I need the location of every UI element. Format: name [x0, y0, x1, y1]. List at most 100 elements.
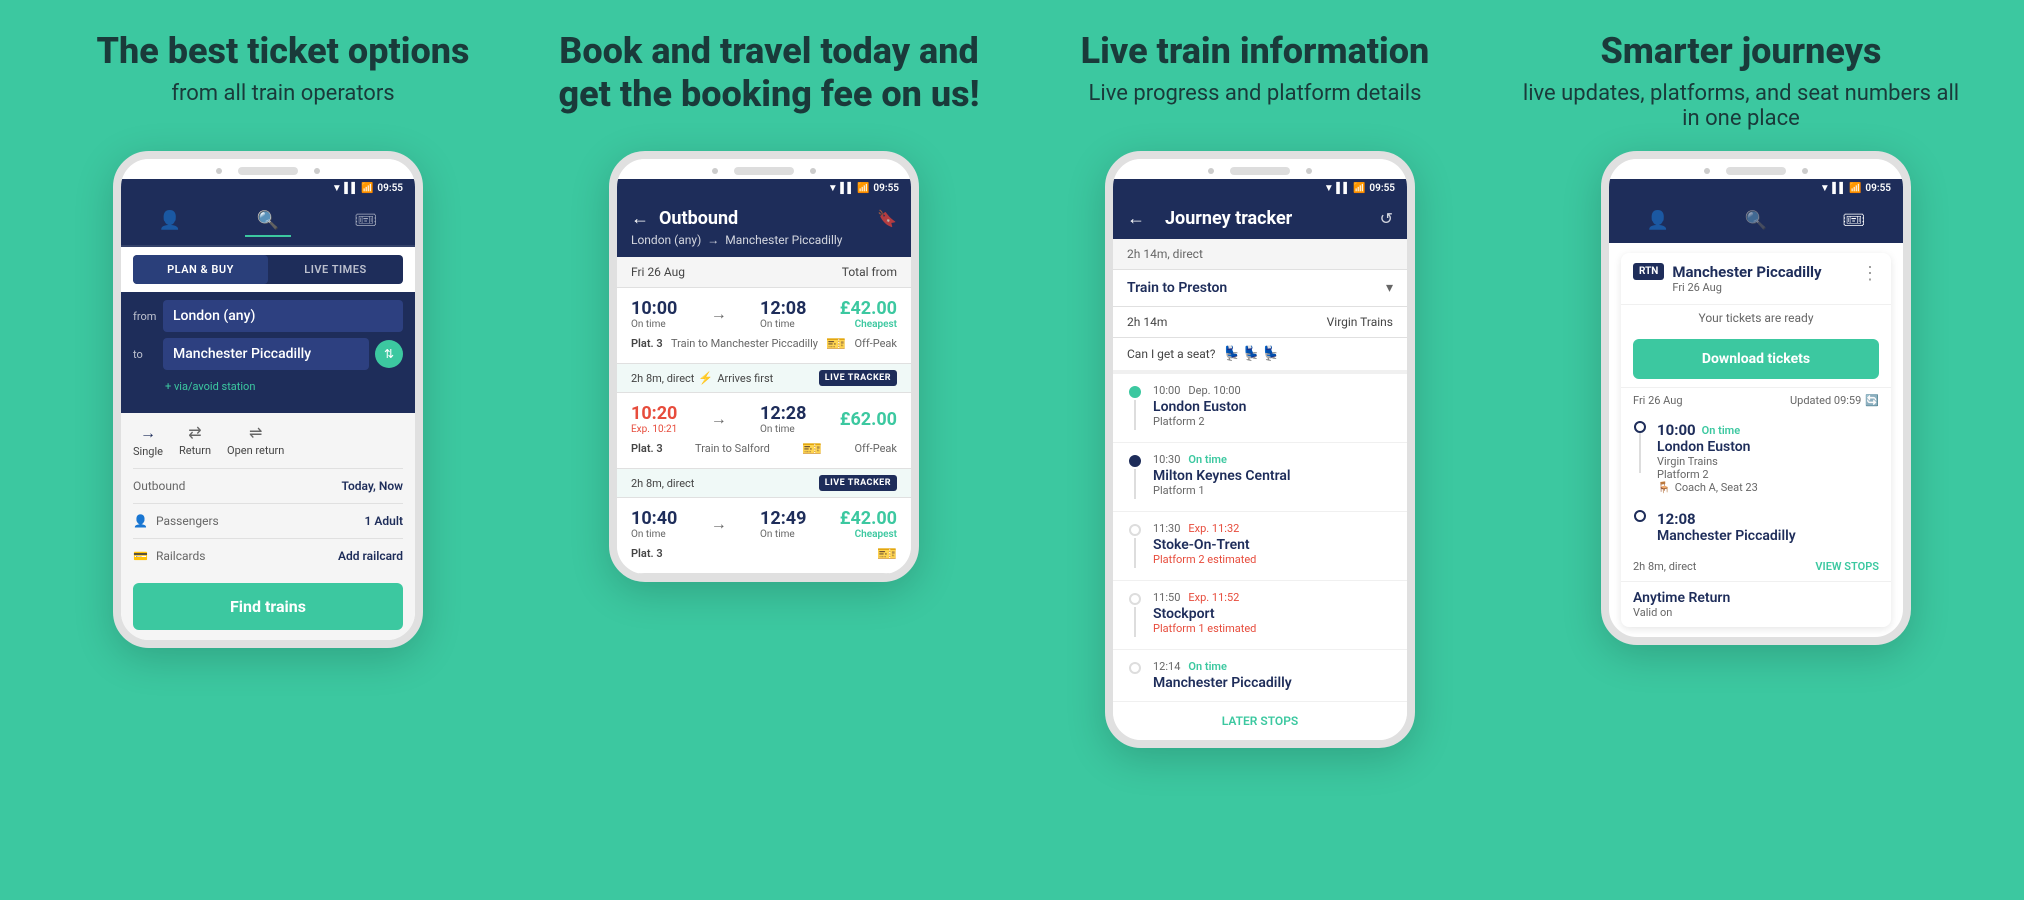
- ticket-dest: Manchester Piccadilly Fri 26 Aug: [1672, 263, 1853, 294]
- col1-subhead: from all train operators: [60, 81, 506, 106]
- phone1-nav-account[interactable]: 👤: [147, 206, 193, 237]
- single-label: Single: [133, 445, 163, 458]
- anytime-sub: Valid on: [1633, 606, 1879, 619]
- ticket2-type-icon: 🎫: [802, 439, 822, 458]
- ticket-card-3[interactable]: 10:40 On time → 12:49 On time £42.00 Che…: [617, 498, 911, 574]
- phone1-wrapper: ▼ ▌▌ 📶 09:55 👤 🔍 🎟 PLAN & BUY LIVE TIMES…: [20, 151, 516, 648]
- p4-stop1-seat: 🪑 Coach A, Seat 23: [1657, 481, 1879, 494]
- bookmark-icon[interactable]: 🔖: [877, 209, 897, 228]
- journey-date: Fri 26 Aug: [1633, 394, 1683, 407]
- p4-stop2-station: Manchester Piccadilly: [1657, 528, 1879, 544]
- swap-button[interactable]: ⇅: [375, 340, 403, 368]
- outbound-row[interactable]: Outbound Today, Now: [133, 468, 403, 503]
- stop5-time: 12:14: [1153, 660, 1180, 673]
- ticket-card-1[interactable]: 10:00 On time → 12:08 On time £42.00 Che…: [617, 288, 911, 364]
- later-stops-link[interactable]: LATER STOPS: [1113, 702, 1407, 740]
- ticket1-depart-time: 10:00: [631, 298, 677, 319]
- route-to: Manchester Piccadilly: [725, 233, 842, 247]
- stop4-platform: Platform 1 estimated: [1153, 622, 1393, 635]
- stop3-times: 11:30 Exp. 11:32: [1153, 522, 1393, 535]
- p4-stop1-status: On time: [1702, 424, 1741, 437]
- ticket1-platform: Plat. 3: [631, 337, 663, 350]
- railcards-row[interactable]: 💳 Railcards Add railcard: [133, 538, 403, 573]
- stop3-info: 11:30 Exp. 11:32 Stoke-On-Trent Platform…: [1153, 522, 1393, 566]
- phone4-wrapper: ▼ ▌▌ 📶 09:55 👤 🔍 🎟 RTN Manchester Piccad…: [1508, 151, 2004, 645]
- ticket3-arrow: →: [711, 514, 727, 534]
- stop3-time: 11:30: [1153, 522, 1180, 535]
- stop5-info: 12:14 On time Manchester Piccadilly: [1153, 660, 1393, 691]
- ticket2-train: Train to Salford: [695, 442, 770, 455]
- journey-open-return[interactable]: ⇌ Open return: [227, 423, 284, 458]
- p4-stop-2: 12:08 Manchester Piccadilly: [1621, 502, 1891, 552]
- seat-bar: Can I get a seat? 💺 💺 💺: [1113, 338, 1407, 374]
- more-options-button[interactable]: ⋮: [1861, 263, 1879, 284]
- phone3-header: ← Journey tracker ↺: [1113, 198, 1407, 239]
- stop5-indicator: [1127, 662, 1143, 674]
- phone1-nav-search[interactable]: 🔍: [245, 206, 291, 237]
- phone4-status-bar: ▼ ▌▌ 📶 09:55: [1609, 179, 1903, 198]
- phone1-form: from London (any) to Manchester Piccadil…: [121, 292, 415, 413]
- from-input[interactable]: London (any): [163, 300, 403, 332]
- p4-stop1-station: London Euston: [1657, 439, 1879, 455]
- ticket1-price-block: £42.00 Cheapest: [840, 298, 897, 330]
- phone4-nav: 👤 🔍 🎟: [1609, 198, 1903, 243]
- passengers-row[interactable]: 👤 Passengers 1 Adult: [133, 503, 403, 538]
- journey-return[interactable]: ⇄ Return: [179, 423, 211, 458]
- live-tracker-badge-2[interactable]: LIVE TRACKER: [819, 475, 897, 491]
- seat-icon-2: 💺: [1243, 346, 1260, 362]
- phone1-status-bar: ▼ ▌▌ 📶 09:55: [121, 179, 415, 198]
- col3-headline: Live train information: [1032, 30, 1478, 73]
- ticket2-price-block: £62.00: [840, 409, 897, 430]
- seat-icon-1: 💺: [1223, 346, 1240, 362]
- tab-live-times[interactable]: LIVE TIMES: [268, 255, 403, 284]
- view-stops-link[interactable]: VIEW STOPS: [1815, 560, 1879, 573]
- phone4-speaker2: [1802, 168, 1808, 174]
- p4-duration-text: 2h 8m, direct: [1633, 560, 1696, 573]
- stop1-times: 10:00 Dep. 10:00: [1153, 384, 1393, 397]
- passengers-value: 1 Adult: [365, 514, 403, 528]
- stop1-name: London Euston: [1153, 399, 1393, 415]
- ticket-card-2[interactable]: 10:20 Exp. 10:21 → 12:28 On time £62.00 …: [617, 393, 911, 469]
- rtn-badge: RTN: [1633, 263, 1664, 280]
- ticket3-price-block: £42.00 Cheapest: [840, 508, 897, 540]
- phone3-notch: [1230, 167, 1290, 175]
- sync-icon: 🔄: [1865, 394, 1879, 407]
- tab-plan-buy[interactable]: PLAN & BUY: [133, 255, 268, 284]
- stop3-line: [1134, 538, 1136, 568]
- ticket3-detail: Plat. 3 🎫: [631, 544, 897, 563]
- back-arrow-icon[interactable]: ←: [631, 208, 649, 229]
- phone4: ▼ ▌▌ 📶 09:55 👤 🔍 🎟 RTN Manchester Piccad…: [1601, 151, 1911, 645]
- phone4-nav-ticket[interactable]: 🎟: [1830, 206, 1877, 235]
- refresh-icon[interactable]: ↺: [1380, 209, 1393, 228]
- download-tickets-button[interactable]: Download tickets: [1633, 339, 1879, 379]
- journey-detail-header: Fri 26 Aug Updated 09:59 🔄: [1621, 387, 1891, 413]
- phone4-nav-search[interactable]: 🔍: [1733, 206, 1779, 235]
- train-select-bar[interactable]: Train to Preston ▾: [1113, 270, 1407, 307]
- p4-stop1-operator: Virgin Trains: [1657, 455, 1879, 468]
- phone3-wrapper: ▼ ▌▌ 📶 09:55 ← Journey tracker ↺ 2h 14m,…: [1012, 151, 1508, 748]
- duration-text: 2h 8m, direct: [631, 372, 694, 385]
- phone3-back-arrow[interactable]: ←: [1127, 208, 1145, 229]
- passenger-icon: 👤: [133, 514, 148, 528]
- phone2-status-right: ▼ ▌▌ 📶 09:55: [828, 183, 899, 194]
- phone1-tabs: PLAN & BUY LIVE TIMES: [133, 255, 403, 284]
- ticket1-price: £42.00: [840, 298, 897, 319]
- phone4-notch: [1726, 167, 1786, 175]
- live-tracker-badge-1[interactable]: LIVE TRACKER: [819, 370, 897, 386]
- phone3-top-bar: [1113, 159, 1407, 179]
- stop3-dot: [1129, 524, 1141, 536]
- ticket1-train: Train to Manchester Piccadilly: [671, 337, 818, 350]
- col2-headline: Book and travel today and get the bookin…: [546, 30, 992, 116]
- find-trains-button[interactable]: Find trains: [133, 583, 403, 630]
- via-link[interactable]: + via/avoid station: [133, 376, 403, 401]
- journey-single[interactable]: → Single: [133, 423, 163, 458]
- ticket1-arrow: →: [711, 304, 727, 324]
- to-input[interactable]: Manchester Piccadilly: [163, 338, 369, 370]
- phone1-nav-ticket[interactable]: 🎟: [342, 206, 389, 237]
- stop2-name: Milton Keynes Central: [1153, 468, 1393, 484]
- date-label: Fri 26 Aug: [631, 265, 685, 279]
- stop4-time: 11:50: [1153, 591, 1180, 604]
- phone4-nav-account[interactable]: 👤: [1635, 206, 1681, 235]
- ticket2-price: £62.00: [840, 409, 897, 430]
- stop4-times: 11:50 Exp. 11:52: [1153, 591, 1393, 604]
